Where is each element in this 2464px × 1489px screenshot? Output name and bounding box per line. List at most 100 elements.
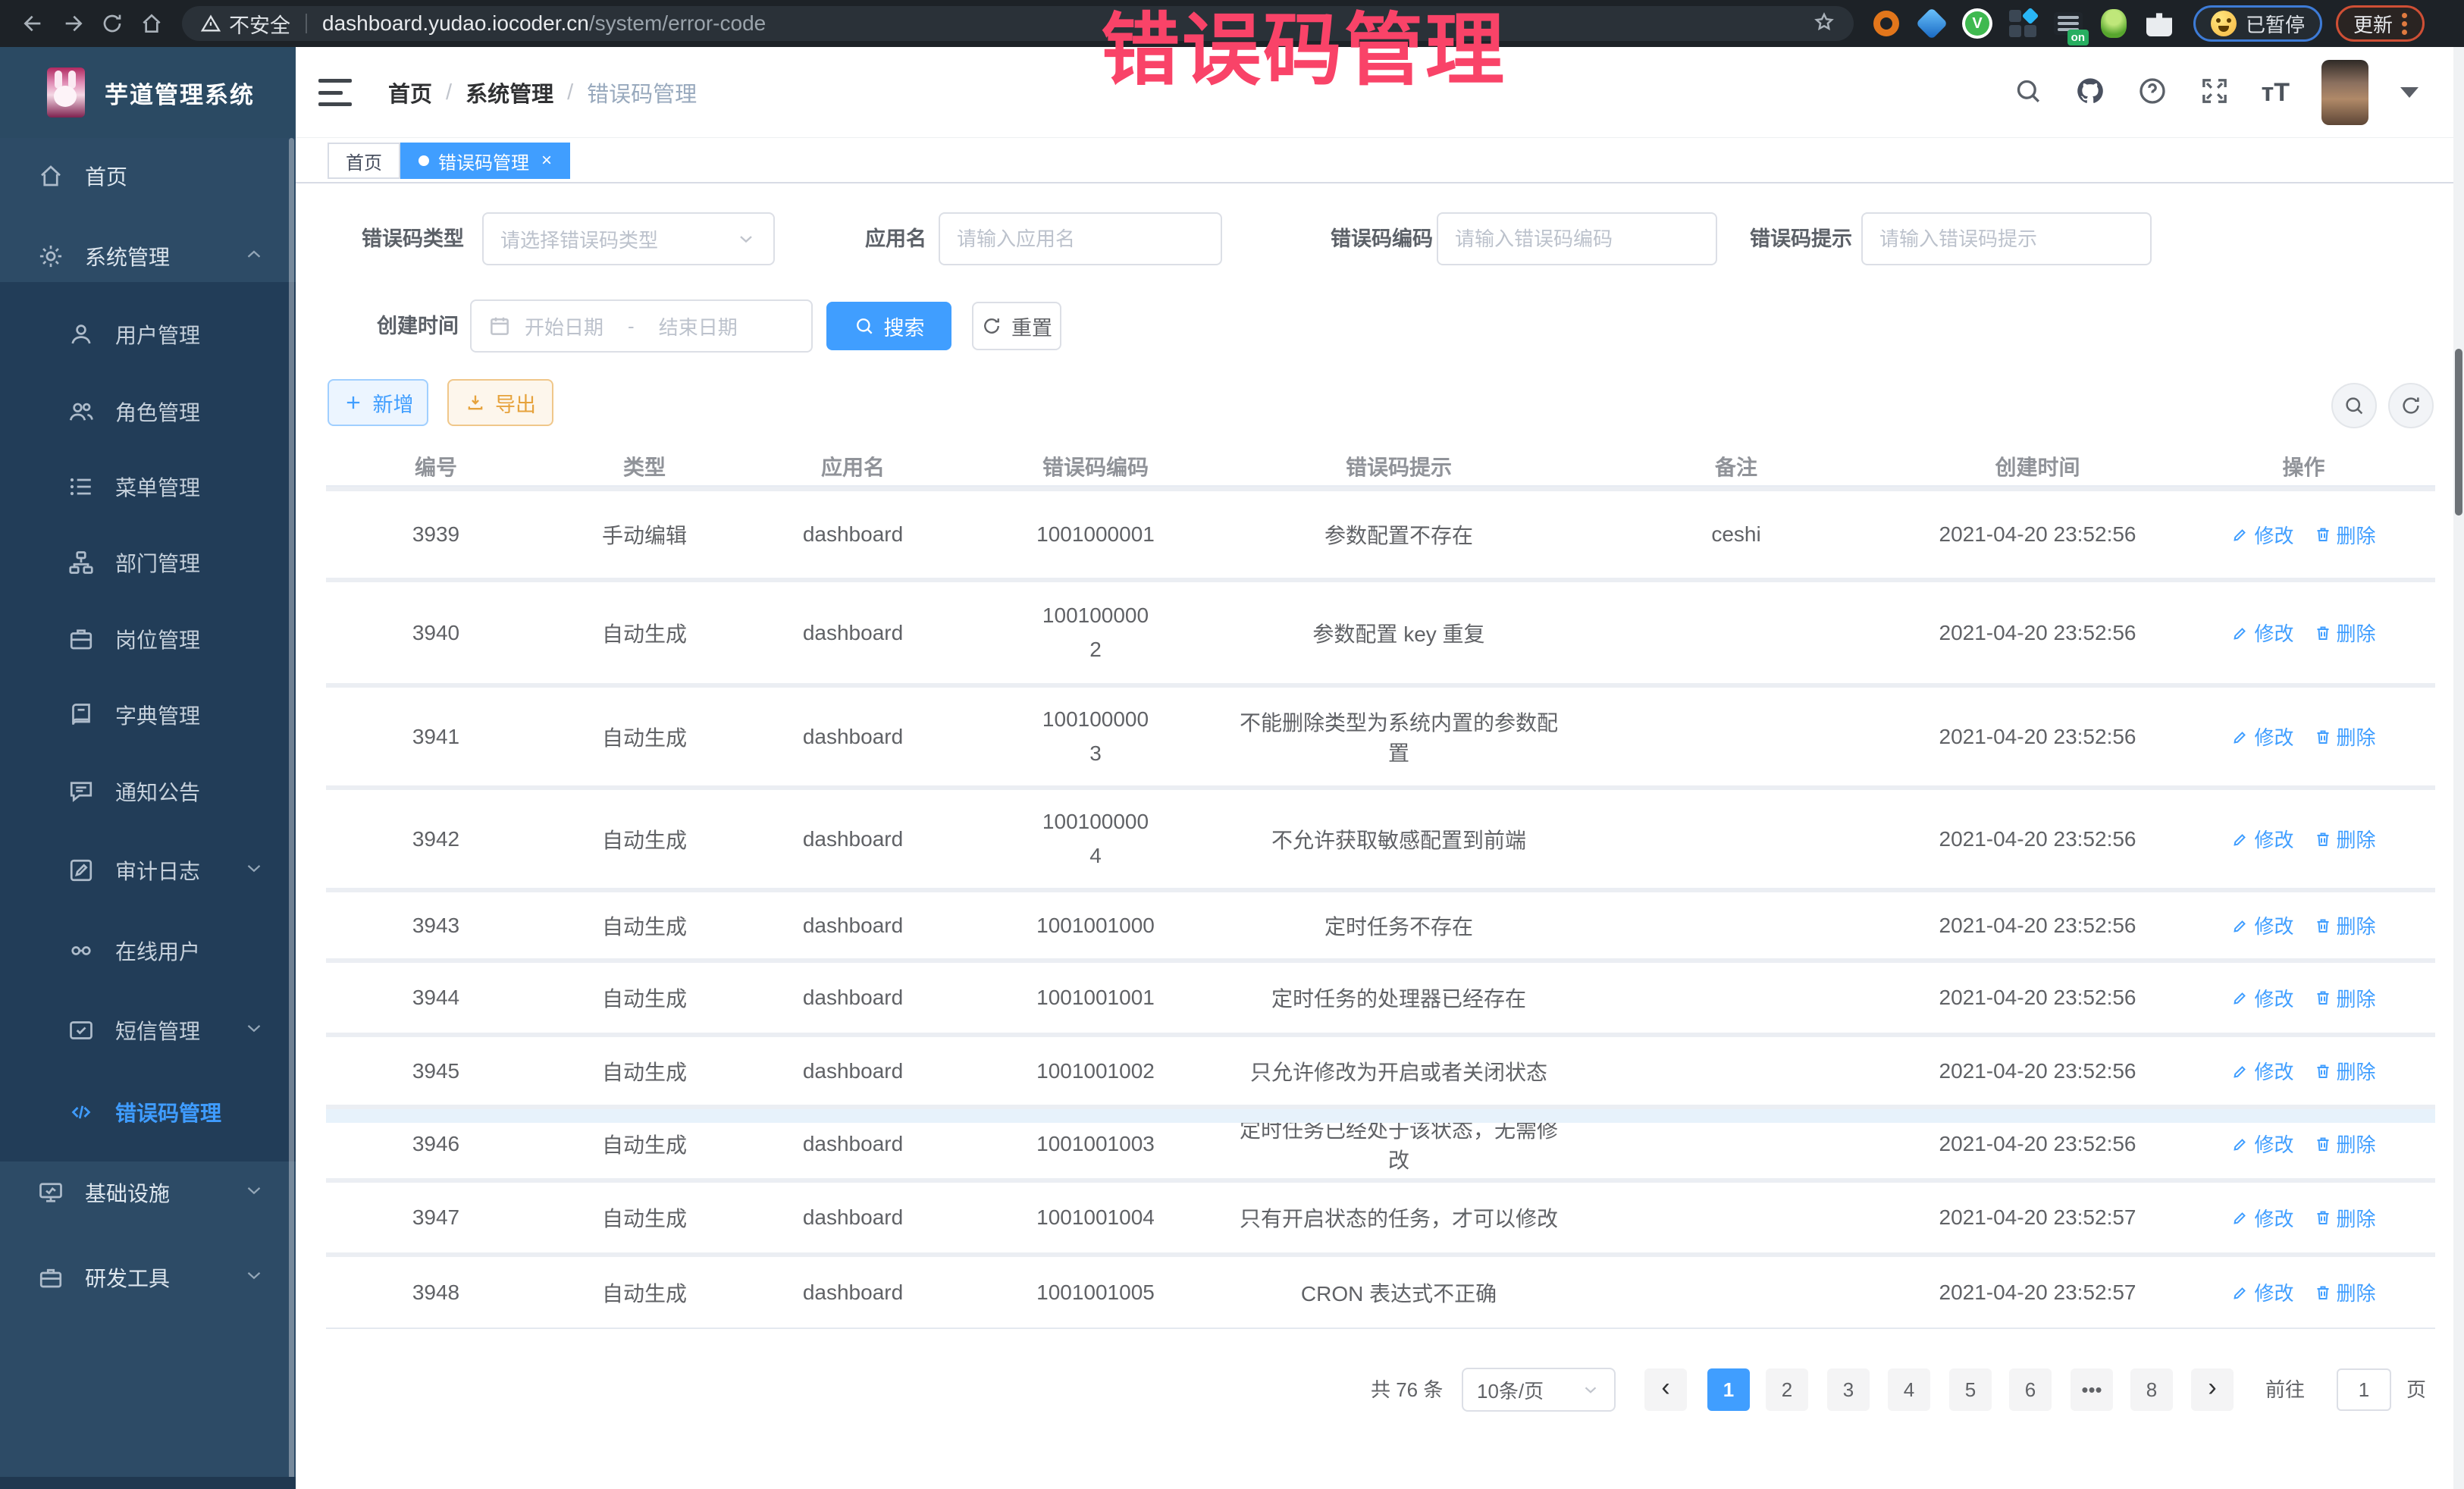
extension-grid-icon[interactable]	[2007, 8, 2039, 39]
table-row[interactable]: 3939手动编辑dashboard1001000001参数配置不存在ceshi2…	[326, 487, 2435, 578]
fullscreen-icon[interactable]	[2199, 76, 2230, 110]
sidebar-item-在线用户[interactable]: 在线用户	[0, 913, 296, 989]
filter-daterange-picker[interactable]: 开始日期 - 结束日期	[470, 299, 813, 353]
table-row[interactable]: 3944自动生成dashboard1001001001定时任务的处理器已经存在2…	[326, 958, 2435, 1033]
show-search-toggle-button[interactable]	[2331, 383, 2377, 428]
browser-update-button[interactable]: 更新	[2336, 5, 2425, 42]
sidebar-item-通知公告[interactable]: 通知公告	[0, 754, 296, 829]
sidebar-item-错误码管理[interactable]: 错误码管理	[0, 1074, 296, 1150]
sidebar-item-岗位管理[interactable]: 岗位管理	[0, 601, 296, 677]
filter-msg-input[interactable]	[1861, 212, 2152, 265]
browser-forward-icon[interactable]	[53, 4, 92, 43]
github-icon[interactable]	[2075, 76, 2105, 110]
address-bar[interactable]: 不安全 dashboard.yudao.iocoder.cn/system/er…	[182, 6, 1854, 41]
edit-link[interactable]: 修改	[2231, 911, 2293, 939]
pagination-page-4[interactable]: 4	[1888, 1368, 1930, 1411]
edit-link[interactable]: 修改	[2231, 1130, 2293, 1158]
sidebar-item-部门管理[interactable]: 部门管理	[0, 525, 296, 600]
delete-link[interactable]: 删除	[2314, 521, 2376, 549]
table-row[interactable]: 3948自动生成dashboard1001001005CRON 表达式不正确20…	[326, 1252, 2435, 1328]
extension-vue-icon[interactable]: V	[1961, 8, 1993, 39]
tab-close-icon[interactable]: ×	[541, 150, 552, 171]
page-size-select[interactable]: 10条/页	[1462, 1368, 1616, 1412]
security-chip[interactable]: 不安全	[200, 9, 290, 39]
sidebar-item-审计日志[interactable]: 审计日志	[0, 832, 296, 908]
goto-page-input[interactable]	[2337, 1368, 2391, 1411]
pagination-next-button[interactable]: ›	[2191, 1368, 2234, 1411]
pagination-page-6[interactable]: 6	[2009, 1368, 2052, 1411]
edit-link[interactable]: 修改	[2231, 1278, 2293, 1306]
tab-home[interactable]: 首页	[328, 143, 400, 179]
sidebar-item-研发工具[interactable]: 研发工具	[0, 1240, 296, 1315]
tab-error-code[interactable]: 错误码管理 ×	[400, 143, 570, 179]
extensions-puzzle-icon[interactable]	[2143, 8, 2175, 39]
table-row[interactable]: 3941自动生成dashboard1001000003不能删除类型为系统内置的参…	[326, 683, 2435, 785]
table-row[interactable]: 3943自动生成dashboard1001001000定时任务不存在2021-0…	[326, 888, 2435, 958]
user-avatar[interactable]	[2321, 60, 2368, 125]
delete-link[interactable]: 删除	[2314, 1278, 2376, 1306]
delete-link[interactable]: 删除	[2314, 619, 2376, 647]
browser-reload-icon[interactable]	[92, 4, 132, 43]
edit-link[interactable]: 修改	[2231, 825, 2293, 853]
extension-list-on-icon[interactable]: on	[2052, 8, 2084, 39]
filter-code-input[interactable]	[1437, 212, 1717, 265]
delete-link[interactable]: 删除	[2314, 1130, 2376, 1158]
sidebar-item-用户管理[interactable]: 用户管理	[0, 296, 296, 372]
page-scrollbar-thumb[interactable]	[2455, 349, 2462, 516]
search-button[interactable]: 搜索	[826, 302, 951, 350]
breadcrumb-home[interactable]: 首页	[388, 77, 432, 108]
edit-link[interactable]: 修改	[2231, 619, 2293, 647]
help-icon[interactable]	[2137, 76, 2168, 110]
pagination-page-8[interactable]: 8	[2130, 1368, 2173, 1411]
sidebar-item-首页[interactable]: 首页	[0, 138, 296, 214]
table-row[interactable]: 3947自动生成dashboard1001001004只有开启状态的任务，才可以…	[326, 1178, 2435, 1252]
table-row[interactable]: 3942自动生成dashboard1001000004不允许获取敏感配置到前端2…	[326, 785, 2435, 888]
page-scrollbar-track[interactable]	[2453, 47, 2464, 1489]
browser-menu-icon[interactable]	[2402, 13, 2407, 35]
edit-link[interactable]: 修改	[2231, 984, 2293, 1012]
profile-paused-chip[interactable]: 已暂停	[2193, 5, 2322, 42]
sidebar-item-菜单管理[interactable]: 菜单管理	[0, 449, 296, 525]
sidebar-item-字典管理[interactable]: 字典管理	[0, 677, 296, 753]
extension-donut-icon[interactable]	[1870, 8, 1902, 39]
refresh-table-button[interactable]	[2388, 383, 2434, 428]
pagination-page-3[interactable]: 3	[1827, 1368, 1870, 1411]
delete-link[interactable]: 删除	[2314, 825, 2376, 853]
filter-app-input[interactable]	[939, 212, 1222, 265]
reset-button[interactable]: 重置	[972, 302, 1061, 350]
delete-link[interactable]: 删除	[2314, 911, 2376, 939]
browser-home-icon[interactable]	[132, 4, 171, 43]
delete-link[interactable]: 删除	[2314, 1057, 2376, 1085]
table-row[interactable]: 3940自动生成dashboard1001000002参数配置 key 重复20…	[326, 578, 2435, 683]
sidebar-scrollbar[interactable]	[289, 138, 294, 1489]
sidebar-item-系统管理[interactable]: 系统管理	[0, 218, 296, 294]
export-button[interactable]: 导出	[447, 379, 553, 426]
extension-gem-icon[interactable]	[1916, 8, 1948, 39]
pagination-ellipsis[interactable]: •••	[2071, 1368, 2113, 1411]
edit-link[interactable]: 修改	[2231, 521, 2293, 549]
pagination-page-1[interactable]: 1	[1707, 1368, 1750, 1411]
pagination-prev-button[interactable]: ‹	[1644, 1368, 1687, 1411]
edit-link[interactable]: 修改	[2231, 1204, 2293, 1232]
delete-link[interactable]: 删除	[2314, 723, 2376, 751]
extension-key-icon[interactable]	[2098, 8, 2130, 39]
font-size-icon[interactable]: тT	[2262, 78, 2290, 108]
sidebar-item-角色管理[interactable]: 角色管理	[0, 374, 296, 450]
table-row[interactable]: 3946自动生成dashboard1001001003定时任务已经处于该状态，无…	[326, 1105, 2435, 1178]
sidebar-toggle-icon[interactable]	[318, 79, 352, 106]
delete-link[interactable]: 删除	[2314, 1204, 2376, 1232]
breadcrumb-system[interactable]: 系统管理	[466, 77, 553, 108]
app-logo[interactable]: 芋道管理系统	[0, 47, 296, 138]
edit-link[interactable]: 修改	[2231, 1057, 2293, 1085]
sidebar-item-基础设施[interactable]: 基础设施	[0, 1155, 296, 1230]
avatar-caret-down-icon[interactable]	[2400, 87, 2419, 98]
pagination-page-2[interactable]: 2	[1766, 1368, 1808, 1411]
table-row[interactable]: 3945自动生成dashboard1001001002只允许修改为开启或者关闭状…	[326, 1033, 2435, 1105]
bookmark-star-icon[interactable]	[1813, 11, 1835, 37]
filter-type-select[interactable]: 请选择错误码类型	[482, 212, 775, 265]
browser-back-icon[interactable]	[14, 4, 53, 43]
delete-link[interactable]: 删除	[2314, 984, 2376, 1012]
search-icon[interactable]	[2013, 76, 2043, 110]
pagination-page-5[interactable]: 5	[1949, 1368, 1992, 1411]
edit-link[interactable]: 修改	[2231, 723, 2293, 751]
